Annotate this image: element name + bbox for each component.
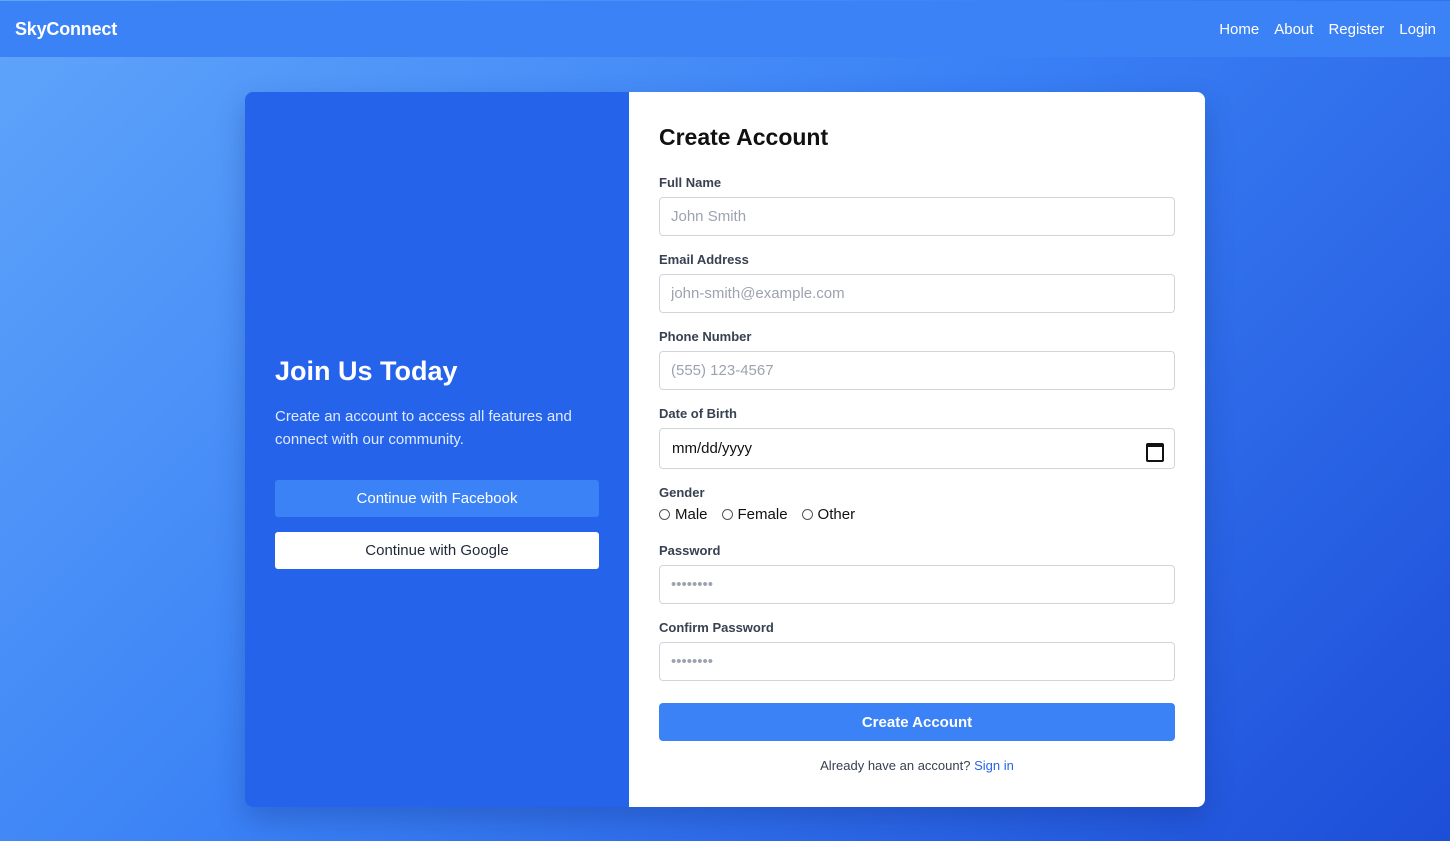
promo-panel: Join Us Today Create an account to acces… xyxy=(245,92,629,807)
top-navbar: SkyConnect Home About Register Login xyxy=(0,1,1450,57)
radio-other[interactable] xyxy=(801,509,813,520)
confirm-password-field: Confirm Password xyxy=(659,620,1175,681)
full-name-field: Full Name xyxy=(659,175,1175,236)
phone-field: Phone Number xyxy=(659,329,1175,390)
dob-input[interactable]: mm/dd/yyyy xyxy=(659,428,1175,469)
form-title: Create Account xyxy=(659,124,829,150)
email-field: Email Address xyxy=(659,252,1175,313)
gender-label: Gender xyxy=(659,485,705,500)
calendar-icon[interactable] xyxy=(1146,442,1164,462)
gender-field: Gender Male Female Other xyxy=(659,485,1175,523)
nav-about-link[interactable]: About xyxy=(1274,21,1313,38)
dob-field: Date of Birth mm/dd/yyyy xyxy=(659,406,1175,469)
gender-radio-group: Male Female Other xyxy=(659,506,1175,523)
nav-register-link[interactable]: Register xyxy=(1328,21,1384,38)
full-name-input[interactable] xyxy=(659,197,1175,236)
gender-option-male[interactable]: Male xyxy=(659,506,708,523)
password-field: Password xyxy=(659,543,1175,604)
email-label: Email Address xyxy=(659,252,749,267)
password-input[interactable] xyxy=(659,565,1175,604)
promo-title: Join Us Today xyxy=(275,356,458,386)
confirm-password-label: Confirm Password xyxy=(659,620,774,635)
main-nav: Home About Register Login xyxy=(1219,21,1436,38)
signin-prompt: Already have an account? Sign in xyxy=(659,758,1175,773)
email-input[interactable] xyxy=(659,274,1175,313)
password-label: Password xyxy=(659,543,721,558)
signin-prompt-text: Already have an account? xyxy=(820,758,971,773)
radio-female-label: Female xyxy=(737,506,788,523)
registration-card: Join Us Today Create an account to acces… xyxy=(245,92,1205,807)
continue-facebook-button[interactable]: Continue with Facebook xyxy=(275,480,599,517)
radio-other-label: Other xyxy=(817,506,856,523)
brand-logo[interactable]: SkyConnect xyxy=(15,19,117,40)
radio-male-label: Male xyxy=(675,506,708,523)
nav-login-link[interactable]: Login xyxy=(1399,21,1436,38)
gender-option-female[interactable]: Female xyxy=(721,506,788,523)
form-panel: Create Account Full Name Email Address P… xyxy=(629,92,1205,807)
gender-option-other[interactable]: Other xyxy=(801,506,856,523)
create-account-button[interactable]: Create Account xyxy=(659,703,1175,741)
confirm-password-input[interactable] xyxy=(659,642,1175,681)
phone-input[interactable] xyxy=(659,351,1175,390)
full-name-label: Full Name xyxy=(659,175,722,190)
promo-description: Create an account to access all features… xyxy=(275,408,572,448)
signin-link[interactable]: Sign in xyxy=(974,758,1014,773)
phone-label: Phone Number xyxy=(659,329,752,344)
radio-male[interactable] xyxy=(659,509,670,520)
dob-value: mm/dd/yyyy xyxy=(672,440,753,457)
nav-home-link[interactable]: Home xyxy=(1219,21,1259,38)
radio-female[interactable] xyxy=(721,509,733,520)
dob-label: Date of Birth xyxy=(659,406,737,421)
continue-google-button[interactable]: Continue with Google xyxy=(275,532,599,569)
